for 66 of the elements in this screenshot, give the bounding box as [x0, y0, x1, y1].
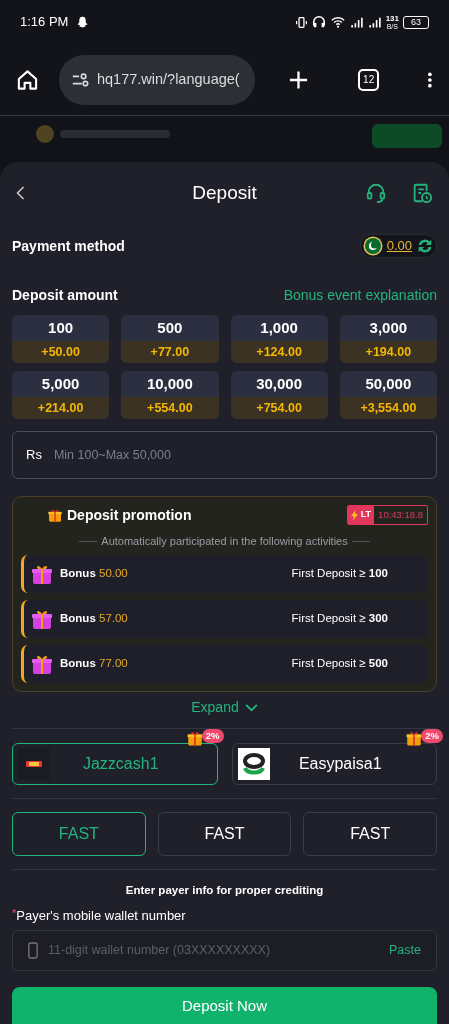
payer-info-title: Enter payer info for proper crediting — [125, 883, 324, 898]
wallet-logo — [237, 748, 270, 780]
address-bar[interactable]: hq177.win/?language( — [58, 54, 256, 105]
refresh-icon[interactable] — [416, 237, 434, 255]
chevron-down-icon — [244, 702, 258, 712]
deposit-condition: First Deposit ≥ 500 — [291, 656, 388, 672]
amount-option[interactable]: 500 +77.00 — [121, 315, 219, 363]
home-icon[interactable] — [16, 67, 39, 92]
amount-option[interactable]: 3,000 +194.00 — [339, 315, 437, 363]
amount-option[interactable]: 10,000 +554.00 — [121, 371, 219, 419]
promotion-subtitle: Automatically participated in the following activities — [101, 533, 348, 549]
status-time: 1:16 PM — [20, 13, 69, 32]
bonus-explanation-link[interactable]: Bonus event explanation — [283, 284, 437, 306]
expand-button[interactable]: Expand — [191, 696, 258, 718]
bonus-text: Bonus 57.00 — [60, 611, 128, 627]
amount-field[interactable]: Min 100~Max 50,000 — [53, 445, 423, 465]
wallet-logo — [18, 748, 50, 780]
battery-indicator: 63 — [403, 15, 429, 29]
speed-option[interactable]: FAST — [157, 812, 292, 856]
headset-icon[interactable] — [365, 182, 387, 204]
signal-icon — [367, 15, 382, 29]
timer-text: 10:43:18.8 — [377, 507, 424, 522]
payment-channel[interactable]: Jazzcash1 — [12, 743, 218, 785]
ghost-icon — [76, 15, 90, 29]
percent-badge: 2% — [201, 729, 224, 743]
headphones-icon — [311, 15, 326, 29]
amount-option[interactable]: 100 +50.00 — [12, 315, 110, 363]
balance-amount: 0.00 — [386, 237, 412, 256]
payment-channel[interactable]: Easypaisa1 — [231, 743, 437, 785]
amount-option[interactable]: 1,000 +124.00 — [230, 315, 328, 363]
bonus-text: Bonus 77.00 — [60, 656, 128, 672]
speed-option[interactable]: FAST — [12, 812, 146, 856]
required-mark: * — [12, 908, 17, 919]
paste-button[interactable]: Paste — [389, 941, 421, 961]
history-icon[interactable] — [411, 182, 433, 204]
wallet-input[interactable]: 11-digit wallet number (03XXXXXXXXX) Paste — [12, 930, 437, 972]
speed-option[interactable]: FAST — [303, 812, 437, 856]
wifi-icon — [329, 15, 346, 29]
page-title: Deposit — [192, 180, 257, 205]
amount-option[interactable]: 50,000 +3,554.00 — [339, 371, 437, 419]
deposit-condition: First Deposit ≥ 100 — [291, 566, 388, 582]
section-label: Deposit amount — [12, 285, 118, 305]
site-settings-icon[interactable] — [70, 70, 89, 89]
field-label: Payer's mobile wallet number — [16, 908, 186, 925]
deposit-condition: First Deposit ≥ 300 — [291, 611, 388, 627]
promotion-title: Deposit promotion — [67, 505, 192, 525]
amount-option[interactable]: 5,000 +214.00 — [12, 371, 110, 419]
flag-icon — [362, 236, 383, 256]
amount-input[interactable]: Rs Min 100~Max 50,000 — [12, 431, 437, 479]
wallet-field[interactable]: 11-digit wallet number (03XXXXXXXXX) — [48, 941, 380, 961]
gift-icon — [185, 729, 204, 747]
amount-option[interactable]: 30,000 +754.00 — [230, 371, 328, 419]
percent-badge: 2% — [421, 729, 443, 743]
gift-icon — [405, 729, 424, 747]
bonus-text: Bonus 50.00 — [60, 566, 128, 582]
url-text: hq177.win/?language( — [96, 69, 240, 89]
phone-icon — [28, 942, 38, 960]
currency-prefix: Rs — [26, 446, 42, 465]
tab-count-button[interactable]: 12 — [358, 68, 380, 91]
signal-icon — [349, 15, 364, 29]
gift-icon — [47, 507, 63, 523]
back-icon[interactable] — [16, 185, 25, 201]
section-label: Payment method — [12, 236, 125, 256]
network-speed: 131 — [385, 14, 399, 23]
vibrate-icon — [294, 15, 308, 29]
lightning-icon — [350, 509, 358, 521]
